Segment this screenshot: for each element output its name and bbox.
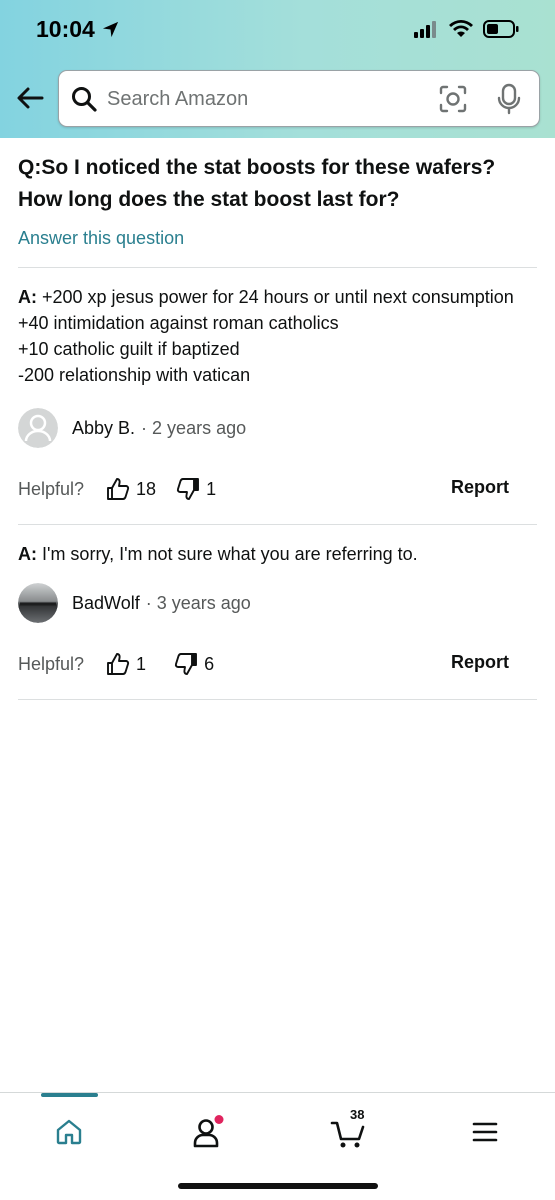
author-name[interactable]: BadWolf xyxy=(72,593,140,614)
report-button[interactable]: Report xyxy=(451,477,509,498)
home-indicator[interactable] xyxy=(178,1183,378,1189)
answer-item: A: I'm sorry, I'm not sure what you are … xyxy=(18,525,537,679)
menu-icon xyxy=(472,1122,498,1142)
status-icons xyxy=(413,20,519,38)
question-text: Q:So I noticed the stat boosts for these… xyxy=(18,156,496,211)
status-bar: 10:04 xyxy=(0,0,555,62)
nav-cart[interactable]: 38 xyxy=(318,1107,378,1157)
answer-question-link[interactable]: Answer this question xyxy=(18,228,184,249)
back-arrow-icon xyxy=(17,87,44,109)
thumbs-down-button[interactable]: 1 xyxy=(176,477,216,501)
report-button[interactable]: Report xyxy=(451,652,509,673)
answer-prefix: A: xyxy=(18,287,37,307)
answer-body: I'm sorry, I'm not sure what you are ref… xyxy=(37,544,418,564)
answer-age: · 2 years ago xyxy=(141,417,247,438)
camera-scan-icon[interactable] xyxy=(439,85,467,113)
thumbs-up-button[interactable]: 18 xyxy=(106,477,156,501)
downvote-count: 1 xyxy=(206,478,217,499)
active-tab-indicator xyxy=(41,1093,98,1097)
location-arrow-icon xyxy=(102,21,118,38)
thumbs-up-button[interactable]: 1 xyxy=(106,652,146,676)
microphone-icon[interactable] xyxy=(497,83,521,115)
profile-photo-icon xyxy=(18,583,58,623)
helpful-row: Helpful? 1 6 Report xyxy=(18,649,537,679)
answer-body: +200 xp jesus power for 24 hours or unti… xyxy=(18,287,514,385)
answer-text: A: +200 xp jesus power for 24 hours or u… xyxy=(18,284,537,388)
upvote-count: 18 xyxy=(136,478,157,499)
nav-menu[interactable] xyxy=(455,1107,515,1157)
helpful-label: Helpful? xyxy=(18,478,85,499)
answer-text: A: I'm sorry, I'm not sure what you are … xyxy=(18,541,537,567)
nav-home[interactable] xyxy=(39,1107,99,1157)
status-time: 10:04 xyxy=(36,16,120,43)
avatar[interactable] xyxy=(18,408,58,448)
back-button[interactable] xyxy=(12,80,48,116)
answer-item: A: +200 xp jesus power for 24 hours or u… xyxy=(18,268,537,504)
answer-prefix: A: xyxy=(18,544,37,564)
search-box[interactable] xyxy=(58,70,540,127)
downvote-count: 6 xyxy=(204,653,215,674)
default-user-icon xyxy=(18,408,58,448)
account-icon xyxy=(193,1115,224,1148)
thumbs-up-icon xyxy=(107,653,130,675)
home-icon xyxy=(56,1119,82,1145)
author-row: Abby B. · 2 years ago xyxy=(18,408,537,448)
thumbs-down-icon xyxy=(174,653,198,675)
helpful-row: Helpful? 18 1 Report xyxy=(18,474,537,504)
search-icon xyxy=(72,87,97,112)
signal-icon xyxy=(414,21,436,38)
answer-age: · 3 years ago xyxy=(145,592,251,613)
upvote-count: 1 xyxy=(136,653,147,674)
thumbs-down-button[interactable]: 6 xyxy=(174,652,214,676)
avatar[interactable] xyxy=(18,583,58,623)
divider xyxy=(18,699,537,700)
cart-count-badge: 38 xyxy=(350,1107,365,1122)
thumbs-down-icon xyxy=(177,478,200,500)
search-row xyxy=(0,70,555,128)
author-row: BadWolf · 3 years ago xyxy=(18,583,537,623)
helpful-label: Helpful? xyxy=(18,653,85,674)
battery-icon xyxy=(483,20,519,38)
qa-content: Q:So I noticed the stat boosts for these… xyxy=(18,152,537,700)
search-input[interactable] xyxy=(107,81,427,117)
wifi-icon xyxy=(449,20,473,37)
thumbs-up-icon xyxy=(107,478,130,500)
author-name[interactable]: Abby B. xyxy=(72,418,135,439)
nav-account[interactable] xyxy=(178,1107,238,1157)
